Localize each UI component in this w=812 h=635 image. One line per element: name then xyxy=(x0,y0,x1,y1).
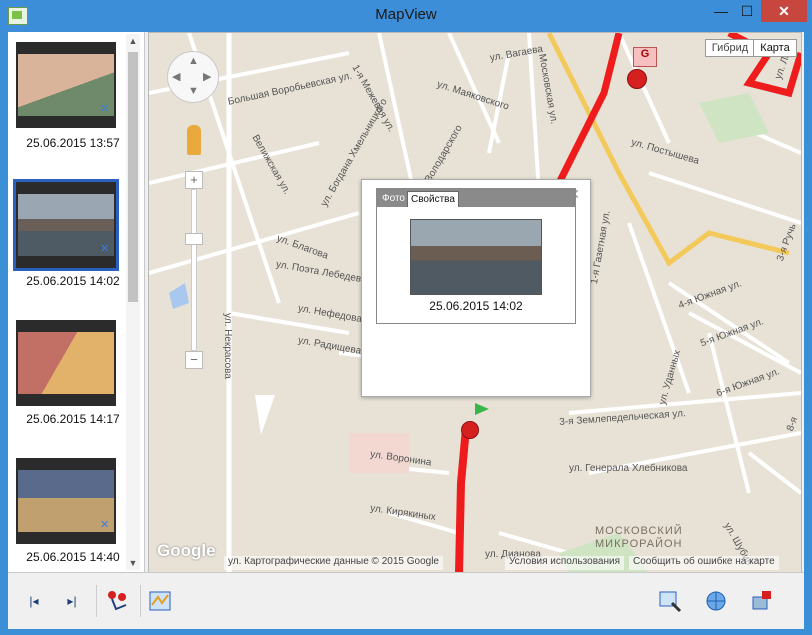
popup-tabs: Фото Свойства xyxy=(377,189,575,207)
pan-up-icon[interactable]: ▲ xyxy=(188,55,199,67)
zoom-slider-knob[interactable] xyxy=(185,233,203,245)
report-error-link[interactable]: Сообщить об ошибке на карте xyxy=(629,556,779,570)
globe-icon[interactable] xyxy=(704,589,728,613)
start-marker-icon[interactable] xyxy=(627,69,647,89)
client-area: ✕ 25.06.2015 13:57 ✕ 25.06.2015 14:02 25… xyxy=(8,32,804,629)
tab-properties[interactable]: Свойства xyxy=(407,191,459,207)
toolbar-separator xyxy=(140,585,141,617)
thumbnail-date: 25.06.2015 14:02 xyxy=(26,274,120,288)
thumbnail-frame: ✕ xyxy=(16,458,116,544)
globe-glyph xyxy=(706,591,726,611)
street-view-pegman-icon[interactable] xyxy=(187,125,201,155)
street-label: ул. Некрасова xyxy=(222,313,233,379)
scroll-up-icon[interactable]: ▲ xyxy=(126,34,140,48)
export-icon[interactable] xyxy=(750,589,774,613)
pan-down-icon[interactable]: ▼ xyxy=(188,85,199,97)
tab-photo[interactable]: Фото xyxy=(379,191,408,206)
zoom-out-button[interactable]: − xyxy=(185,351,203,369)
map-icon[interactable] xyxy=(148,589,172,613)
map-view[interactable]: Большая Воробьевская ул. 1-я Межевая ул.… xyxy=(148,32,802,574)
zoom-in-button[interactable]: + xyxy=(185,171,203,189)
thumbnail-date: 25.06.2015 13:57 xyxy=(26,136,120,150)
map-copyright: ул. Картографические данные © 2015 Googl… xyxy=(224,556,443,570)
popup-photo[interactable] xyxy=(410,219,542,295)
district-label: МОСКОВСКИЙ МИКРОРАЙОН xyxy=(595,525,683,550)
minimize-button[interactable]: — xyxy=(708,0,734,22)
next-photo-button[interactable]: ▸| xyxy=(60,589,84,613)
pin-icon: ✕ xyxy=(100,243,110,255)
pan-left-icon[interactable]: ◀ xyxy=(172,70,180,83)
close-button[interactable]: ✕ xyxy=(761,0,807,22)
pan-control[interactable]: ▲ ▼ ◀ ▶ xyxy=(167,51,219,103)
route-icon[interactable] xyxy=(106,589,130,613)
google-logo: Google xyxy=(157,541,216,560)
photo-marker-icon[interactable] xyxy=(461,421,479,439)
title-bar: MapView — ☐ ✕ xyxy=(0,0,812,32)
pan-right-icon[interactable]: ▶ xyxy=(203,70,211,83)
map-type-map-button[interactable]: Карта xyxy=(753,39,797,57)
scroll-thumb[interactable] xyxy=(128,52,138,302)
thumbnail-date: 25.06.2015 14:40 xyxy=(26,550,120,564)
map-glyph xyxy=(149,591,171,611)
photo-flag-icon xyxy=(475,403,489,415)
export-glyph xyxy=(752,591,771,610)
map-settings-glyph xyxy=(659,591,682,613)
thumbnail-date: 25.06.2015 14:17 xyxy=(26,412,120,426)
thumbnail-frame xyxy=(16,320,116,406)
thumbnail-item-selected[interactable]: ✕ xyxy=(13,179,120,271)
photo-popup: ✕ Фото Свойства 25.06.2015 14:02 xyxy=(361,179,591,397)
toolbar-separator xyxy=(96,585,97,617)
popup-content: Фото Свойства 25.06.2015 14:02 xyxy=(376,188,576,324)
scroll-down-icon[interactable]: ▼ xyxy=(126,556,140,570)
window-title: MapView xyxy=(375,6,437,23)
bottom-toolbar: |◂ ▸| xyxy=(8,572,804,629)
thumbnail-item[interactable] xyxy=(14,320,120,408)
popup-date: 25.06.2015 14:02 xyxy=(429,299,523,313)
thumbnail-list[interactable]: ✕ 25.06.2015 13:57 ✕ 25.06.2015 14:02 25… xyxy=(8,32,145,572)
thumbnail-frame: ✕ xyxy=(16,42,116,128)
terms-link[interactable]: Условия использования xyxy=(505,556,624,570)
start-flag-icon: G xyxy=(633,47,657,67)
first-photo-button[interactable]: |◂ xyxy=(22,589,46,613)
map-settings-icon[interactable] xyxy=(658,589,682,613)
map-type-hybrid-button[interactable]: Гибрид xyxy=(705,39,755,57)
thumbnail-item[interactable]: ✕ xyxy=(14,458,120,546)
thumbnail-item[interactable]: ✕ xyxy=(14,42,120,130)
thumbnail-image xyxy=(18,332,114,394)
maximize-button[interactable]: ☐ xyxy=(734,0,760,22)
street-label: ул. Генерала Хлебникова xyxy=(569,463,688,474)
pin-icon: ✕ xyxy=(100,519,110,531)
pin-icon: ✕ xyxy=(100,103,110,115)
thumbnail-frame: ✕ xyxy=(13,179,119,271)
zoom-slider[interactable] xyxy=(191,189,197,351)
popup-tail xyxy=(255,395,275,435)
thumbnail-scrollbar[interactable]: ▲ ▼ xyxy=(126,34,140,570)
route-glyph xyxy=(108,591,127,611)
